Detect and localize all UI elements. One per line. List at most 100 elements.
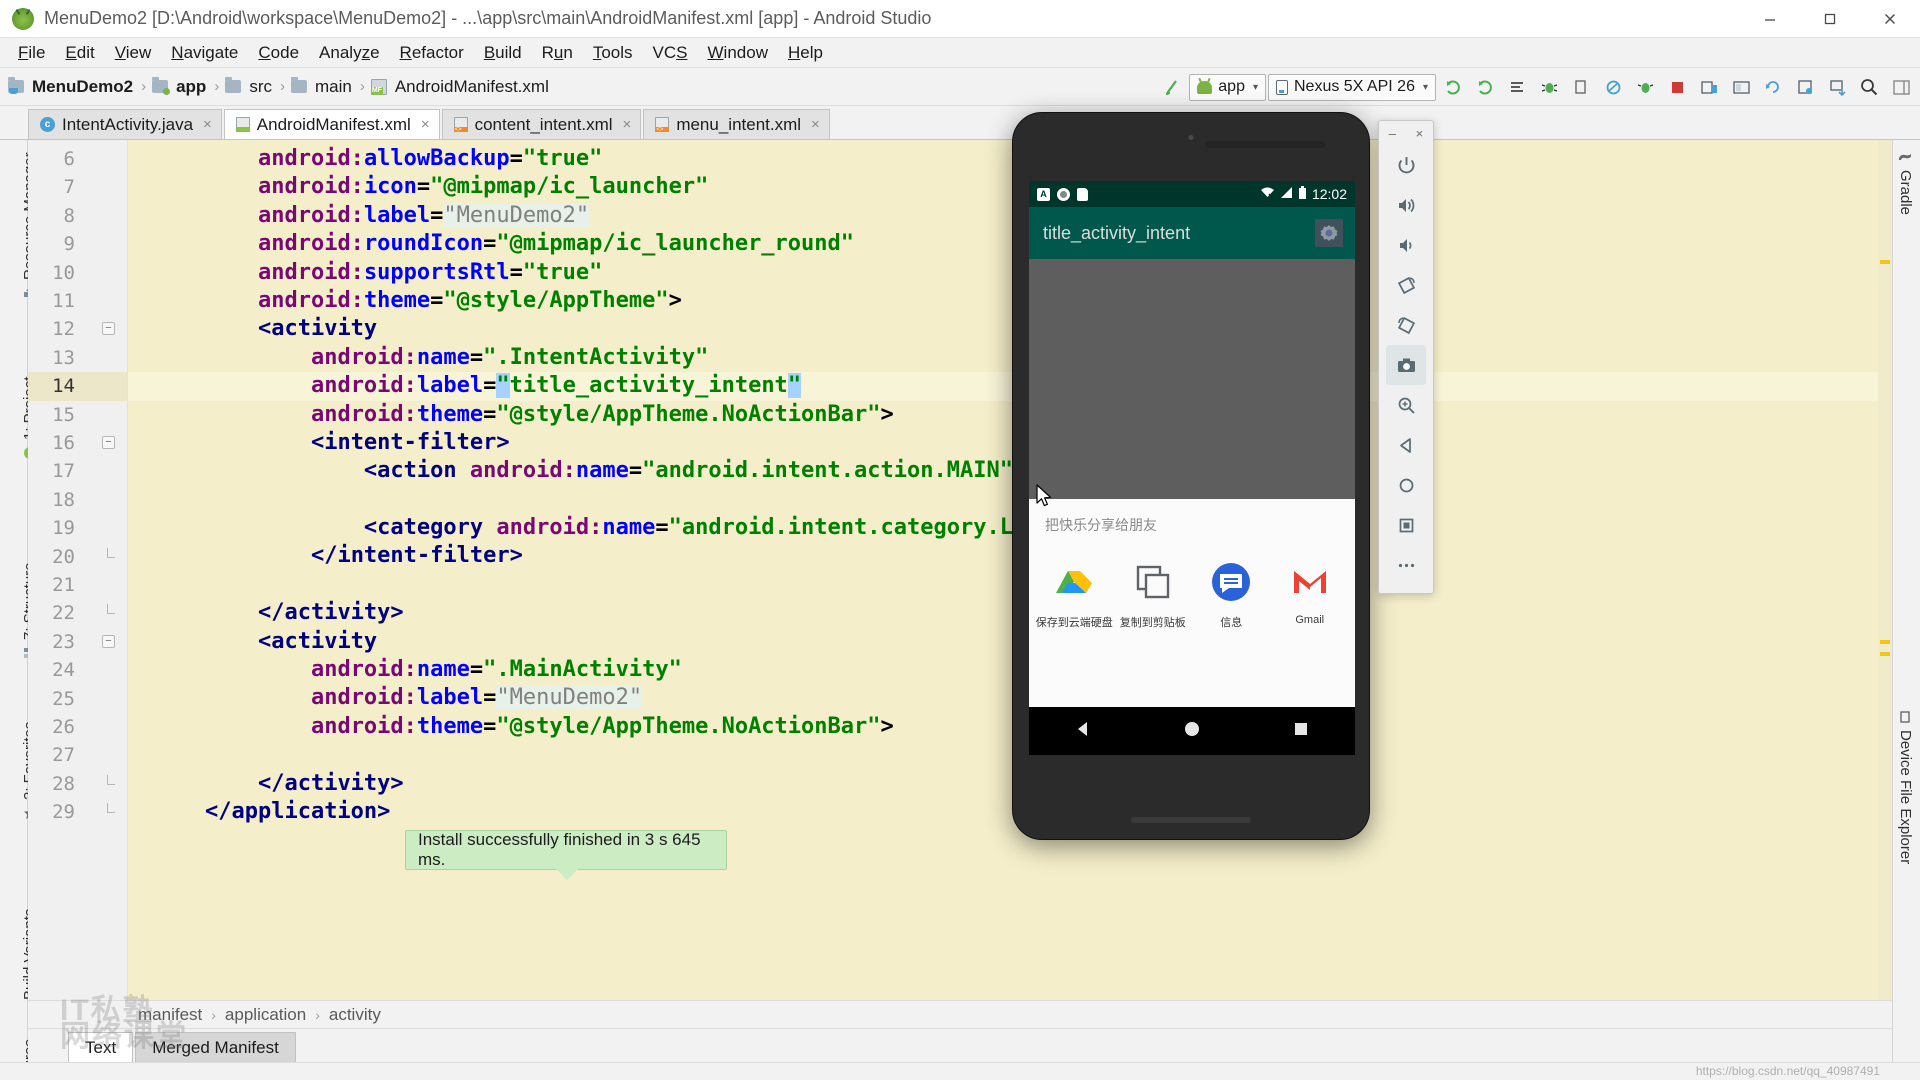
code-fold-toggle[interactable] (102, 550, 115, 563)
device-selector[interactable]: Nexus 5X API 26 ▾ (1268, 74, 1436, 101)
volume-down-icon[interactable] (1386, 225, 1426, 265)
close-button[interactable] (1860, 0, 1920, 38)
code-line[interactable]: <action android:name="android.intent.act… (128, 457, 1892, 485)
stop-button[interactable] (1662, 72, 1692, 102)
debug-alt-icon[interactable] (1630, 72, 1660, 102)
sidebar-item-device-file-explorer[interactable]: Device File Explorer (1897, 710, 1914, 864)
layout-panel-icon[interactable] (1886, 72, 1916, 102)
menu-window[interactable]: Window (698, 40, 778, 66)
share-target-drive[interactable]: 保存到云端硬盘 (1035, 561, 1114, 630)
search-icon[interactable] (1854, 72, 1884, 102)
code-line[interactable] (128, 741, 1892, 769)
share-target-messages[interactable]: 信息 (1192, 561, 1271, 630)
menu-vcs[interactable]: VCS (643, 40, 698, 66)
attach-debugger-icon[interactable] (1566, 72, 1596, 102)
menu-file[interactable]: File (8, 40, 55, 66)
code-line[interactable]: android:label="title_activity_intent" (128, 372, 1892, 400)
code-fold-toggle[interactable]: − (102, 436, 115, 449)
profiler-icon[interactable] (1598, 72, 1628, 102)
menu-edit[interactable]: Edit (55, 40, 104, 66)
editor-code-area[interactable]: android:allowBackup="true" android:icon=… (128, 140, 1892, 1000)
code-line[interactable]: <intent-filter> (128, 429, 1892, 457)
menu-help[interactable]: Help (778, 40, 833, 66)
code-line[interactable]: </application> (128, 798, 1892, 826)
editor-gutter[interactable]: 6789101112−13141516−17181920212223−24252… (28, 140, 128, 1000)
avd-manager-icon[interactable] (1694, 72, 1724, 102)
editor-tab-close-icon[interactable]: × (623, 116, 632, 133)
home-circle-icon[interactable] (1182, 719, 1202, 744)
editor-tab-close-icon[interactable]: × (811, 116, 820, 133)
emulator-minimize-button[interactable]: – (1389, 126, 1396, 141)
editor-tab-menu-intent-xml[interactable]: menu_intent.xml× (643, 109, 830, 139)
editor-tab-close-icon[interactable]: × (203, 116, 212, 133)
code-line[interactable]: <activity (128, 315, 1892, 343)
code-line[interactable]: android:icon="@mipmap/ic_launcher" (128, 173, 1892, 201)
breadcrumb-androidmanifest-xml[interactable]: AndroidManifest.xml (371, 77, 551, 97)
phone-activity-content[interactable] (1029, 259, 1355, 499)
volume-up-icon[interactable] (1386, 185, 1426, 225)
debug-rerun-button[interactable] (1470, 72, 1500, 102)
marker-warning-3[interactable] (1880, 652, 1890, 656)
run-button[interactable] (1438, 72, 1468, 102)
code-line[interactable]: </activity> (128, 770, 1892, 798)
xml-breadcrumb-application[interactable]: application (225, 1005, 306, 1025)
screenshot-camera-icon[interactable] (1386, 345, 1426, 385)
breadcrumb-app[interactable]: app (152, 77, 208, 97)
editor-tab-content-intent-xml[interactable]: content_intent.xml× (442, 109, 642, 139)
editor-mode-tab-text[interactable]: Text (68, 1032, 133, 1062)
zoom-icon[interactable] (1386, 385, 1426, 425)
code-line[interactable]: android:name=".IntentActivity" (128, 344, 1892, 372)
maximize-button[interactable] (1800, 0, 1860, 38)
debug-button[interactable] (1534, 72, 1564, 102)
code-fold-toggle[interactable]: − (102, 635, 115, 648)
minimize-button[interactable] (1740, 0, 1800, 38)
gradle-sync-icon[interactable] (1758, 72, 1788, 102)
breadcrumb-menudemo2[interactable]: MenuDemo2 (8, 77, 135, 97)
menu-view[interactable]: View (105, 40, 162, 66)
install-notification-balloon[interactable]: Install successfully finished in 3 s 645… (405, 830, 727, 870)
avd-icon-2[interactable] (1790, 72, 1820, 102)
menu-tools[interactable]: Tools (583, 40, 643, 66)
build-hammer-icon[interactable] (1157, 72, 1187, 102)
share-sheet[interactable]: 把快乐分享给朋友 保存到云端硬盘 (1029, 499, 1355, 713)
apply-changes-icon[interactable] (1502, 72, 1532, 102)
home-icon[interactable] (1386, 465, 1426, 505)
code-line[interactable]: android:name=".MainActivity" (128, 656, 1892, 684)
marker-warning[interactable] (1880, 260, 1890, 264)
power-icon[interactable] (1386, 145, 1426, 185)
code-line[interactable]: android:allowBackup="true" (128, 145, 1892, 173)
run-configuration-selector[interactable]: app ▾ (1189, 74, 1266, 101)
settings-gear-icon[interactable] (1315, 219, 1343, 247)
menu-refactor[interactable]: Refactor (390, 40, 474, 66)
code-line[interactable]: </activity> (128, 599, 1892, 627)
code-line[interactable]: android:theme="@style/AppTheme.NoActionB… (128, 401, 1892, 429)
code-line[interactable] (128, 571, 1892, 599)
code-line[interactable]: android:label="MenuDemo2" (128, 684, 1892, 712)
code-editor[interactable]: 6789101112−13141516−17181920212223−24252… (28, 140, 1892, 1000)
share-target-clipboard[interactable]: 复制到剪贴板 (1114, 561, 1193, 630)
back-icon[interactable] (1386, 425, 1426, 465)
editor-tab-androidmanifest-xml[interactable]: AndroidManifest.xml× (224, 109, 440, 139)
editor-marker-bar[interactable] (1878, 140, 1892, 1000)
menu-build[interactable]: Build (474, 40, 532, 66)
code-line[interactable] (128, 486, 1892, 514)
sdk-manager-icon[interactable] (1726, 72, 1756, 102)
recents-square-icon[interactable] (1291, 719, 1311, 744)
menu-analyze[interactable]: Analyze (309, 40, 390, 66)
breadcrumb-main[interactable]: main (291, 77, 354, 97)
code-line[interactable]: android:theme="@style/AppTheme.NoActionB… (128, 713, 1892, 741)
editor-mode-tab-merged-manifest[interactable]: Merged Manifest (135, 1032, 296, 1062)
marker-warning-2[interactable] (1880, 640, 1890, 644)
more-icon[interactable] (1386, 545, 1426, 585)
sdk-download-icon[interactable] (1822, 72, 1852, 102)
sidebar-item-gradle[interactable]: Gradle (1897, 150, 1914, 215)
menu-code[interactable]: Code (248, 40, 309, 66)
code-line[interactable]: android:label="MenuDemo2" (128, 202, 1892, 230)
xml-breadcrumb-manifest[interactable]: manifest (138, 1005, 202, 1025)
xml-breadcrumb-activity[interactable]: activity (329, 1005, 381, 1025)
code-fold-toggle[interactable] (102, 777, 115, 790)
emulator-close-button[interactable]: × (1416, 126, 1424, 141)
phone-navigation-bar[interactable] (1029, 707, 1355, 755)
code-line[interactable]: android:supportsRtl="true" (128, 259, 1892, 287)
code-fold-toggle[interactable]: − (102, 322, 115, 335)
